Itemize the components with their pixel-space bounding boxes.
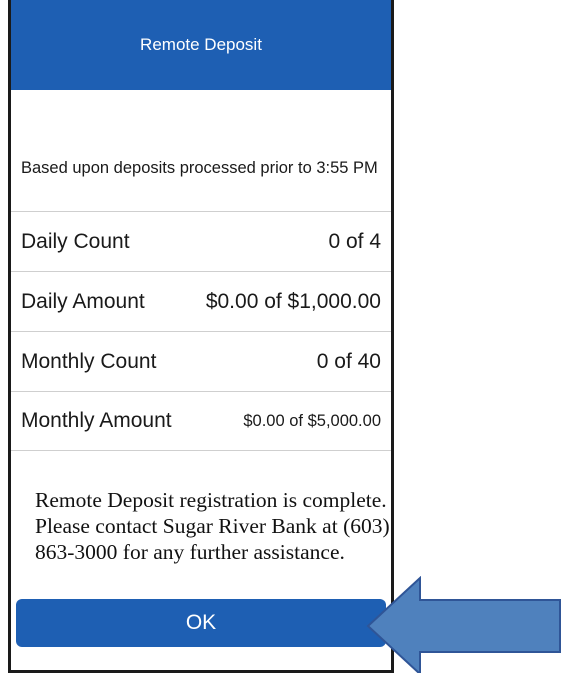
limit-row-monthly-amount: Monthly Amount $0.00 of $5,000.00 <box>11 391 391 451</box>
limit-value: 0 of 4 <box>328 229 381 253</box>
arrow-shape <box>366 576 561 673</box>
limit-row-daily-count: Daily Count 0 of 4 <box>11 211 391 271</box>
registration-message: Remote Deposit registration is complete.… <box>35 488 390 564</box>
limit-label: Monthly Amount <box>21 409 172 432</box>
limit-value: 0 of 40 <box>316 349 381 373</box>
limit-label: Monthly Count <box>21 349 157 373</box>
limit-row-monthly-count: Monthly Count 0 of 40 <box>11 331 391 391</box>
limit-label: Daily Amount <box>21 289 145 313</box>
navigation-header: Remote Deposit <box>11 0 391 90</box>
limits-note: Based upon deposits processed prior to 3… <box>21 159 378 177</box>
limit-row-daily-amount: Daily Amount $0.00 of $1,000.00 <box>11 271 391 331</box>
limit-value: $0.00 of $5,000.00 <box>243 411 381 430</box>
ok-button-label: OK <box>185 611 217 634</box>
left-arrow-icon <box>366 576 561 673</box>
limit-label: Daily Count <box>21 229 130 253</box>
ok-button[interactable]: OK <box>16 599 386 647</box>
page-title: Remote Deposit <box>140 35 262 54</box>
limit-value: $0.00 of $1,000.00 <box>205 289 381 313</box>
phone-screen: Remote Deposit Based upon deposits proce… <box>8 0 394 673</box>
screenshot-stage: Remote Deposit Based upon deposits proce… <box>0 0 563 673</box>
